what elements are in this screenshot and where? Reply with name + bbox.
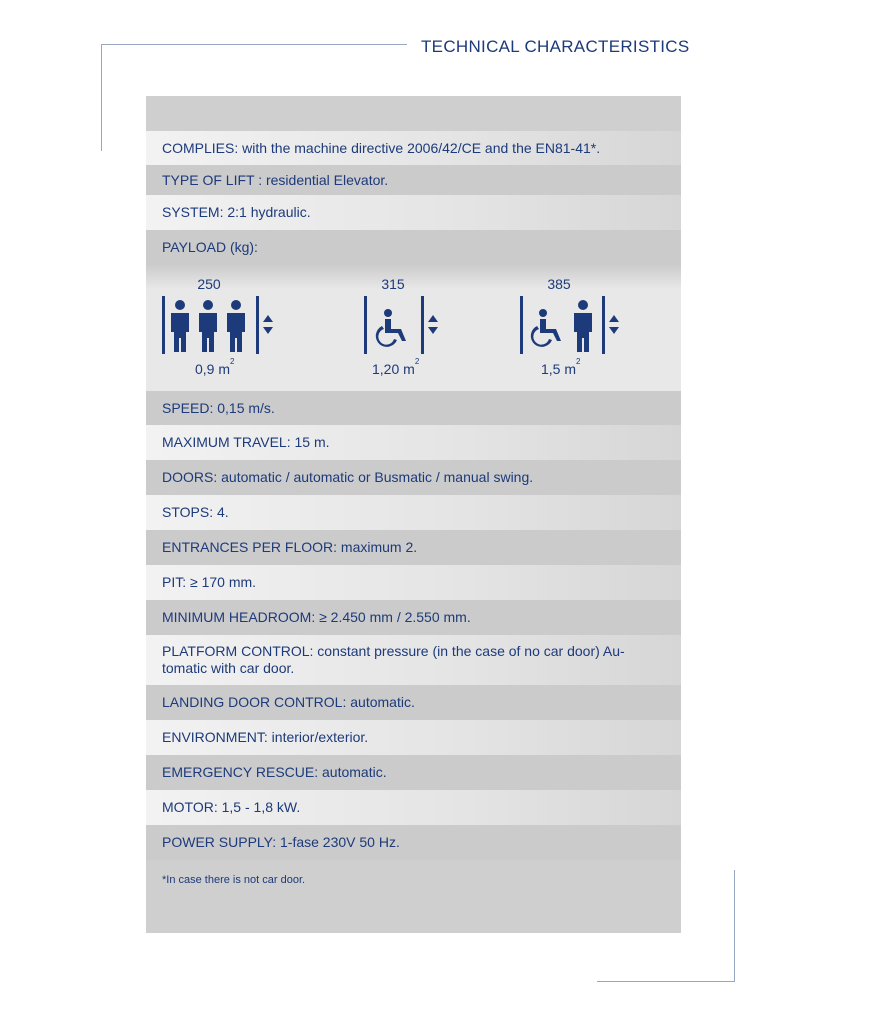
spec-text: EMERGENCY RESCUE: automatic. (162, 764, 387, 780)
spec-row-payload-label: PAYLOAD (kg): (146, 230, 681, 264)
spec-text: MOTOR: 1,5 - 1,8 kW. (162, 799, 301, 815)
payload-area: 1,20 m2 (372, 357, 419, 377)
spec-row-landing: LANDING DOOR CONTROL: automatic. (146, 685, 681, 720)
spec-text: ENVIRONMENT: interior/exterior. (162, 729, 369, 745)
spec-row-type: TYPE OF LIFT : residential Elevator. (146, 165, 681, 195)
spec-text: PIT: ≥ 170 mm. (162, 574, 257, 590)
spec-row-travel: MAXIMUM TRAVEL: 15 m. (146, 425, 681, 460)
frame-line-left (101, 44, 102, 151)
area-exponent: 2 (576, 357, 581, 366)
frame-line-right (734, 870, 735, 982)
footnote: *In case there is not car door. (162, 874, 306, 886)
spec-text: LANDING DOOR CONTROL: automatic. (162, 694, 415, 710)
area-value: 1,20 m (372, 361, 415, 377)
wheelchair-and-person-lift-icon (520, 296, 619, 354)
spec-text: MINIMUM HEADROOM: ≥ 2.450 mm / 2.550 mm. (162, 609, 471, 625)
payload-area: 1,5 m2 (541, 357, 580, 377)
spec-row-speed: SPEED: 0,15 m/s. (146, 391, 681, 425)
spec-row-motor: MOTOR: 1,5 - 1,8 kW. (146, 790, 681, 825)
spec-text: COMPLIES: with the machine directive 200… (162, 139, 601, 156)
payload-area: 0,9 m2 (195, 357, 234, 377)
spec-row-entrances: ENTRANCES PER FLOOR: maximum 2. (146, 530, 681, 565)
spec-text: ENTRANCES PER FLOOR: maximum 2. (162, 539, 418, 555)
spec-text: MAXIMUM TRAVEL: 15 m. (162, 434, 330, 450)
spec-text: PAYLOAD (kg): (162, 238, 258, 255)
spec-row-environment: ENVIRONMENT: interior/exterior. (146, 720, 681, 755)
page-title: TECHNICAL CHARACTERISTICS (421, 37, 690, 56)
payload-kg: 315 (381, 276, 405, 292)
spec-text: STOPS: 4. (162, 504, 229, 520)
spec-text: SPEED: 0,15 m/s. (162, 399, 275, 416)
spec-row-power: POWER SUPPLY: 1-fase 230V 50 Hz. (146, 825, 681, 860)
spec-text: PLATFORM CONTROL: constant pressure (in … (162, 643, 625, 659)
payload-block: 250 0,9 m2 315 1,20 m2 385 1,5 m2 (146, 264, 681, 391)
spec-row-platform: PLATFORM CONTROL: constant pressure (in … (146, 635, 681, 685)
spec-row-system: SYSTEM: 2:1 hydraulic. (146, 195, 681, 230)
spec-row-pit: PIT: ≥ 170 mm. (146, 565, 681, 600)
three-persons-lift-icon (162, 296, 273, 354)
payload-kg: 250 (197, 276, 221, 292)
spec-text: DOORS: automatic / automatic or Busmatic… (162, 469, 534, 485)
frame-line-top (101, 44, 407, 45)
payload-kg: 385 (547, 276, 571, 292)
spec-row-headroom: MINIMUM HEADROOM: ≥ 2.450 mm / 2.550 mm. (146, 600, 681, 635)
spec-row-doors: DOORS: automatic / automatic or Busmatic… (146, 460, 681, 495)
area-value: 1,5 m (541, 361, 577, 377)
spec-row-rescue: EMERGENCY RESCUE: automatic. (146, 755, 681, 790)
area-value: 0,9 m (195, 361, 231, 377)
spec-text: TYPE OF LIFT : residential Elevator. (162, 171, 389, 188)
spec-row-complies: COMPLIES: with the machine directive 200… (146, 131, 681, 165)
frame-line-bottom (597, 981, 735, 982)
spec-text: SYSTEM: 2:1 hydraulic. (162, 204, 311, 220)
spec-text: POWER SUPPLY: 1-fase 230V 50 Hz. (162, 834, 400, 850)
area-exponent: 2 (414, 357, 420, 366)
spec-text: tomatic with car door. (162, 660, 295, 676)
wheelchair-lift-icon (364, 296, 438, 354)
spec-panel: COMPLIES: with the machine directive 200… (146, 96, 681, 933)
spec-row-stops: STOPS: 4. (146, 495, 681, 530)
area-exponent: 2 (230, 357, 235, 366)
